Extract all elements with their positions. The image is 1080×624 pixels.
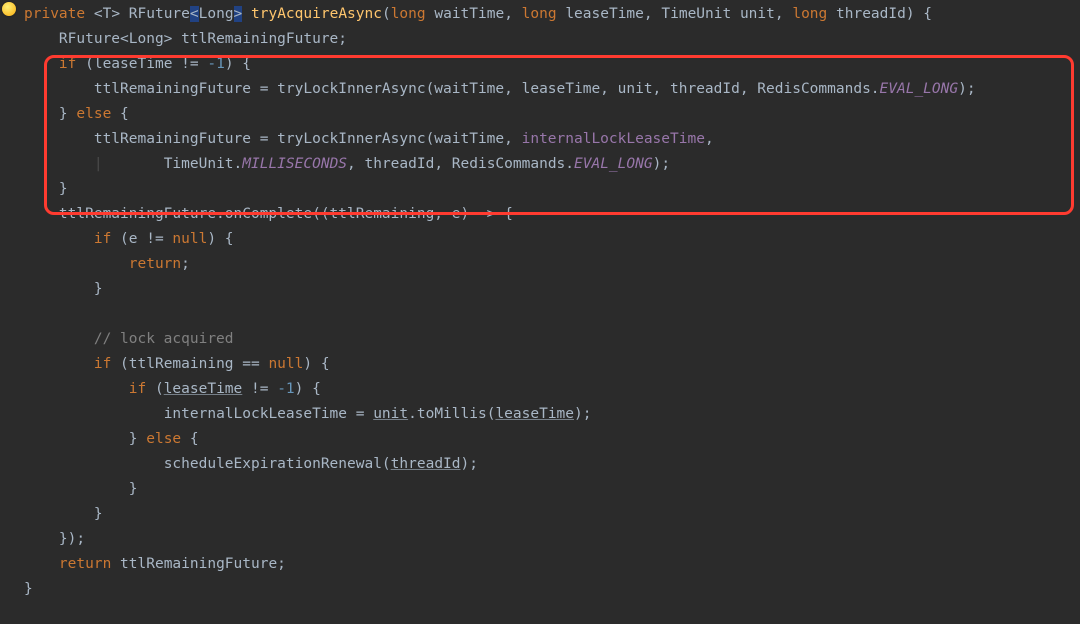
caret-highlight: >	[234, 6, 243, 22]
lightbulb-icon[interactable]	[2, 2, 16, 16]
caret-highlight: <	[190, 6, 199, 22]
method-name: tryAcquireAsync	[251, 6, 382, 22]
comment: // lock acquired	[94, 331, 234, 347]
keyword: private	[24, 6, 85, 22]
code-editor[interactable]: private <T> RFuture<Long> tryAcquireAsyn…	[0, 0, 1080, 602]
code-content[interactable]: private <T> RFuture<Long> tryAcquireAsyn…	[0, 2, 1080, 602]
